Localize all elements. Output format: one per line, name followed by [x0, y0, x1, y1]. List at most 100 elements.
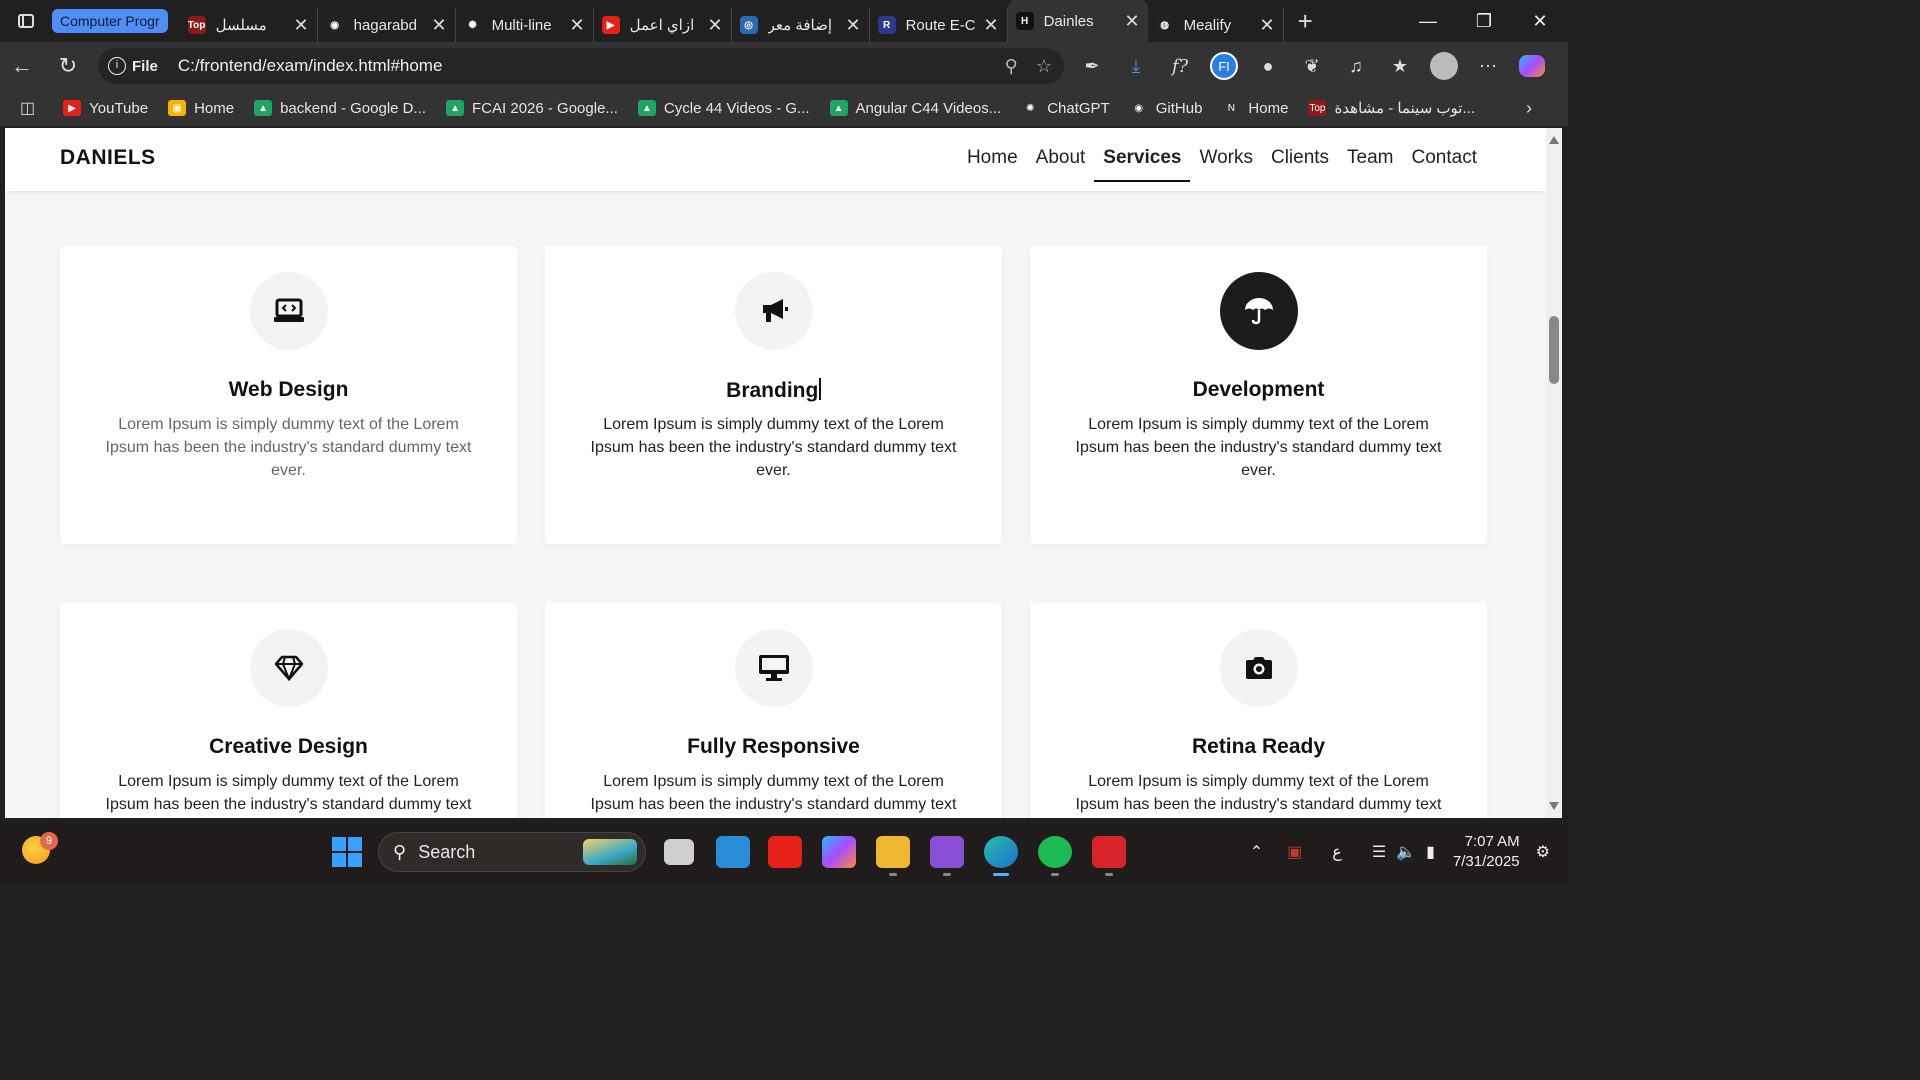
reload-button[interactable]: ↻ [46, 42, 90, 90]
nav-link-works[interactable]: Works [1190, 128, 1261, 191]
taskbar-search[interactable]: ⚲ Search [378, 832, 646, 872]
url-text[interactable]: C:/frontend/exam/index.html#home [178, 56, 443, 76]
vscode-icon[interactable] [716, 836, 750, 868]
address-bar[interactable]: i File C:/frontend/exam/index.html#home ⚲… [98, 48, 1064, 84]
show-hidden-icons-icon[interactable]: ⌃ [1250, 842, 1263, 862]
site-brand[interactable]: DANIELS [60, 146, 156, 170]
browser-tab[interactable]: ◎ إضافة معر ✕ [732, 8, 870, 42]
bookmark-label: توب سينما - مشاهدة... [1334, 100, 1475, 117]
browser-tab[interactable]: R Route E-C ✕ [870, 8, 1008, 42]
page-icon: H [1015, 12, 1034, 30]
bookmark-item[interactable]: ✺ ChatGPT [1021, 100, 1110, 117]
bookmark-item[interactable]: N Home [1222, 100, 1288, 117]
volume-muted-icon[interactable]: 🔈 [1396, 842, 1416, 862]
battery-icon[interactable]: ▮ [1426, 842, 1435, 862]
favorite-star-icon[interactable]: ☆ [1036, 56, 1052, 77]
scroll-up-arrow[interactable] [1549, 136, 1559, 144]
nav-link-clients[interactable]: Clients [1262, 128, 1338, 191]
github-icon: ◉ [325, 16, 344, 34]
close-tab-icon[interactable]: ✕ [1260, 15, 1275, 36]
site-info-chip[interactable]: i File [108, 57, 158, 75]
bookmark-item[interactable]: Top توب سينما - مشاهدة... [1308, 99, 1475, 117]
close-tab-icon[interactable]: ✕ [570, 15, 585, 36]
restore-button[interactable]: ❐ [1456, 0, 1512, 42]
service-title: Branding [545, 378, 1002, 403]
close-tab-icon[interactable]: ✕ [1125, 11, 1140, 32]
eyedropper-icon[interactable]: ✒ [1070, 42, 1114, 90]
nav-link-services[interactable]: Services [1094, 128, 1191, 182]
nav-link-team[interactable]: Team [1338, 128, 1402, 191]
back-button[interactable]: ← [0, 42, 44, 90]
wifi-icon[interactable]: ☰ [1372, 842, 1386, 862]
spotify-icon[interactable] [1038, 836, 1072, 868]
zoom-icon[interactable]: ⚲ [1005, 56, 1018, 77]
youtube-icon: ▶ [601, 16, 620, 34]
scroll-thumb[interactable] [1549, 316, 1559, 384]
close-tab-icon[interactable]: ✕ [432, 15, 447, 36]
nav-link-home[interactable]: Home [958, 128, 1027, 191]
browser-tab[interactable]: Top مسلسل ✕ [180, 8, 318, 42]
antivirus-icon[interactable]: ▣ [1287, 842, 1302, 862]
youtube-app-icon[interactable] [768, 836, 802, 868]
bookmark-label: Angular C44 Videos... [855, 99, 1002, 117]
bookmarks-overflow-icon[interactable]: › [1526, 98, 1532, 119]
browser-tab[interactable]: ✺ Multi-line ✕ [456, 8, 594, 42]
formula-icon[interactable]: f? [1158, 42, 1202, 90]
running-indicator [943, 873, 951, 876]
close-tab-icon[interactable]: ✕ [984, 15, 999, 36]
route-icon: R [877, 16, 896, 34]
extension-fi-icon[interactable]: FI [1202, 42, 1246, 90]
service-title-text: Development [1192, 378, 1325, 401]
profile-avatar[interactable] [1422, 42, 1466, 90]
bookmark-item[interactable]: ▲ FCAI 2026 - Google... [446, 100, 618, 117]
bookmark-item[interactable]: ▲ Angular C44 Videos... [829, 99, 1002, 117]
browser-tab[interactable]: H Dainles ✕ [1007, 0, 1148, 42]
favorites-icon[interactable]: ★ [1378, 42, 1422, 90]
close-tab-icon[interactable]: ✕ [846, 15, 861, 36]
task-view-icon[interactable] [664, 839, 694, 865]
tab-group-chip[interactable]: Computer Progr [52, 9, 168, 33]
tab-actions-button[interactable] [0, 0, 52, 42]
download-icon[interactable]: ⤓ [1114, 42, 1158, 90]
bookmark-item[interactable]: ◉ GitHub [1129, 100, 1202, 117]
extension-dots-icon[interactable]: ● [1246, 42, 1290, 90]
bookmark-item[interactable]: ▲ Cycle 44 Videos - G... [637, 99, 810, 117]
notifications-icon[interactable]: ⚙ [1536, 842, 1550, 862]
browser-tab[interactable]: ◍ Mealify ✕ [1148, 8, 1284, 42]
bookmark-label: Cycle 44 Videos - G... [663, 99, 810, 117]
copilot-icon[interactable] [1510, 42, 1554, 90]
search-highlight-image [583, 839, 637, 865]
bookmark-item[interactable]: ▶ YouTube [63, 100, 148, 117]
visual-studio-icon[interactable] [930, 836, 964, 868]
service-card: Web Design Lorem Ipsum is simply dummy te… [60, 246, 517, 544]
minimize-button[interactable]: — [1400, 0, 1456, 42]
browser-tab-title: Multi-line [491, 16, 552, 34]
bookmark-item[interactable]: ▣ Home [168, 100, 234, 117]
nav-link-contact[interactable]: Contact [1403, 128, 1486, 191]
tab-list: Top مسلسل ✕ ◉ hagarabd ✕ ✺ Multi-line ✕ ▶ ازاي اعم… [180, 0, 1284, 42]
close-tab-icon[interactable]: ✕ [708, 15, 723, 36]
bookmark-item[interactable]: ▲ backend - Google D... [254, 100, 426, 117]
more-menu-icon[interactable]: ⋯ [1466, 42, 1510, 90]
clock[interactable]: 7:07 AM 7/31/2025 [1453, 832, 1520, 872]
browser-tab[interactable]: ▶ ازاي اعمل ✕ [594, 8, 732, 42]
page-scrollbar[interactable] [1546, 128, 1562, 818]
media-icon[interactable]: ♫ [1334, 42, 1378, 90]
file-explorer-icon[interactable] [876, 836, 910, 868]
nav-link-about[interactable]: About [1027, 128, 1095, 191]
service-card: Creative Design Lorem Ipsum is simply dum… [60, 603, 517, 818]
wps-office-icon[interactable] [1092, 836, 1126, 868]
service-title-text: Web Design [228, 378, 349, 401]
close-window-button[interactable]: ✕ [1512, 0, 1568, 42]
copilot-app-icon[interactable] [822, 836, 856, 868]
browser-tab[interactable]: ◉ hagarabd ✕ [318, 8, 456, 42]
start-button[interactable] [332, 837, 362, 867]
scroll-down-arrow[interactable] [1549, 802, 1559, 810]
input-language-indicator[interactable]: ع [1332, 842, 1342, 862]
close-tab-icon[interactable]: ✕ [294, 15, 309, 36]
bookmark-list: ▶ YouTube ▣ Home ▲ backend - Google D... ▲ FCAI… [63, 99, 1495, 117]
new-tab-button[interactable]: + [1298, 6, 1313, 37]
reading-view-icon[interactable]: ◫ [20, 98, 35, 118]
edge-icon[interactable] [984, 836, 1018, 868]
extensions-puzzle-icon[interactable]: ❦ [1290, 42, 1334, 90]
